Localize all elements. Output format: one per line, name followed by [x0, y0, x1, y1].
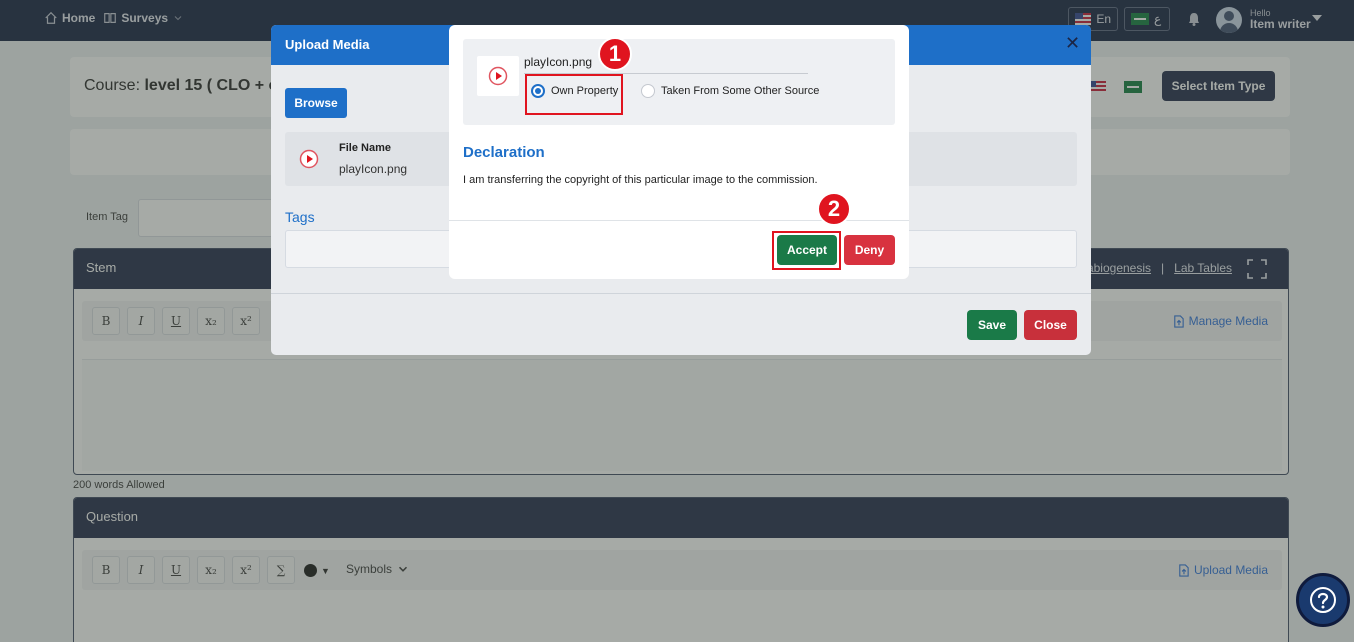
declaration-dialog: playIcon.png Own Property Taken From Som… [449, 25, 909, 279]
radio-other-source-label: Taken From Some Other Source [661, 85, 820, 97]
step-badge-1: 1 [598, 37, 632, 71]
play-icon [299, 149, 319, 169]
step-badge-2: 2 [817, 192, 851, 226]
radio-other-source[interactable]: Taken From Some Other Source [641, 84, 819, 98]
deny-button[interactable]: Deny [844, 235, 895, 265]
help-button[interactable] [1296, 573, 1350, 627]
declaration-file-name: playIcon.png [524, 55, 593, 69]
close-icon[interactable]: ✕ [1065, 34, 1080, 52]
highlight-box-1 [525, 74, 623, 115]
highlight-box-2 [772, 231, 841, 270]
modal-divider [271, 293, 1091, 294]
radio-unchecked-icon[interactable] [641, 84, 655, 98]
file-name-label: File Name [339, 142, 391, 154]
file-name-value: playIcon.png [339, 162, 408, 176]
file-thumbnail [477, 56, 519, 96]
tags-label: Tags [285, 209, 315, 225]
save-button[interactable]: Save [967, 310, 1017, 340]
close-button[interactable]: Close [1024, 310, 1077, 340]
play-icon [488, 66, 508, 86]
declaration-text: I am transferring the copyright of this … [463, 174, 818, 186]
declaration-title: Declaration [463, 144, 545, 161]
browse-button[interactable]: Browse [285, 88, 347, 118]
help-icon [1310, 587, 1336, 613]
